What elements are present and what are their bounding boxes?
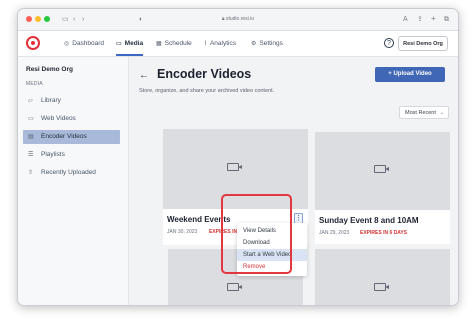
video-camera-icon xyxy=(227,283,242,291)
close-window-button[interactable] xyxy=(26,16,32,22)
text-size-icon[interactable]: A xyxy=(403,16,408,23)
tab-overview-icon[interactable]: ⧉ xyxy=(444,16,449,23)
library-icon: ▱ xyxy=(28,98,33,104)
upload-icon: ⇧ xyxy=(28,170,34,176)
video-expiry: EXPIRES IN 6 DAYS xyxy=(360,230,408,236)
video-card[interactable] xyxy=(315,249,450,305)
main-content: ← Encoder Videos Store, organize, and sh… xyxy=(129,57,458,305)
zoom-window-button[interactable] xyxy=(44,16,50,22)
url-text: studio.resi.io xyxy=(225,16,255,22)
sidebar-toggle-icon[interactable]: ▭ xyxy=(62,16,69,23)
dashboard-icon: ◎ xyxy=(64,41,70,47)
sidebar-item-web-videos[interactable]: ▭ Web Videos xyxy=(23,112,120,126)
org-switcher-button[interactable]: Resi Demo Org xyxy=(398,36,448,51)
sidebar-section-label: MEDIA xyxy=(26,81,43,87)
sidebar-item-recently-uploaded[interactable]: ⇧ Recently Uploaded xyxy=(23,166,120,180)
annotation-highlight-box xyxy=(221,194,292,274)
video-title[interactable]: Sunday Event 8 and 10AM xyxy=(319,216,419,225)
back-arrow-icon[interactable]: ← xyxy=(139,70,149,81)
page-title: Encoder Videos xyxy=(157,67,252,81)
calendar-icon: ▦ xyxy=(156,41,162,47)
help-icon[interactable]: ? xyxy=(384,38,394,48)
nav-dashboard[interactable]: ◎ Dashboard xyxy=(64,31,104,56)
monitor-icon: ▭ xyxy=(28,116,34,122)
sidebar-item-library[interactable]: ▱ Library xyxy=(23,94,120,108)
sort-select[interactable]: Most Recent ⌄ xyxy=(399,106,449,119)
video-date: JAN 29, 2023 xyxy=(319,230,350,236)
browser-toolbar: ▭ ‹ › ◐ 🔒︎ studio.resi.io A ⇪ + ⧉ xyxy=(18,9,458,31)
video-thumbnail[interactable] xyxy=(315,249,450,305)
video-thumbnail[interactable] xyxy=(315,132,450,210)
video-date: JAN 30, 2023 xyxy=(167,229,198,235)
video-camera-icon xyxy=(374,165,389,173)
gear-icon: ⚙ xyxy=(251,41,257,47)
sort-value: Most Recent xyxy=(405,110,436,116)
encoder-icon: ▤ xyxy=(28,134,34,140)
minimize-window-button[interactable] xyxy=(35,16,41,22)
sidebar-item-playlists[interactable]: ☰ Playlists xyxy=(23,148,120,162)
playlist-icon: ☰ xyxy=(28,152,34,158)
sidebar-item-encoder-videos[interactable]: ▤ Encoder Videos xyxy=(23,130,120,144)
nav-media[interactable]: ▭ Media xyxy=(116,31,144,56)
chevron-down-icon: ⌄ xyxy=(439,110,444,116)
folder-icon: ▭ xyxy=(116,41,122,47)
nav-analytics[interactable]: ⌇ Analytics xyxy=(204,31,236,56)
analytics-icon: ⌇ xyxy=(204,41,207,47)
page-subtitle: Store, organize, and share your archived… xyxy=(139,88,275,94)
sidebar: Resi Demo Org MEDIA ▱ Library ▭ Web Videos… xyxy=(18,57,129,305)
upload-video-button[interactable]: + Upload Video xyxy=(375,67,445,82)
sidebar-org-name: Resi Demo Org xyxy=(26,66,73,73)
nav-settings[interactable]: ⚙ Settings xyxy=(251,31,283,56)
share-icon[interactable]: ⇪ xyxy=(417,16,423,23)
video-card[interactable]: Sunday Event 8 and 10AM JAN 29, 2023 EXP… xyxy=(315,132,450,244)
top-nav: ◎ Dashboard ▭ Media ▦ Schedule ⌇ Analytics ⚙… xyxy=(18,31,458,57)
privacy-shield-icon: ◐ xyxy=(139,16,144,23)
new-tab-icon[interactable]: + xyxy=(431,15,436,23)
video-camera-icon xyxy=(227,163,242,171)
back-arrow-icon[interactable]: ‹ xyxy=(73,16,75,23)
address-bar[interactable]: 🔒︎ studio.resi.io xyxy=(166,14,310,25)
forward-arrow-icon[interactable]: › xyxy=(82,16,84,23)
video-camera-icon xyxy=(374,283,389,291)
nav-schedule[interactable]: ▦ Schedule xyxy=(156,31,192,56)
resi-logo[interactable] xyxy=(26,36,40,50)
